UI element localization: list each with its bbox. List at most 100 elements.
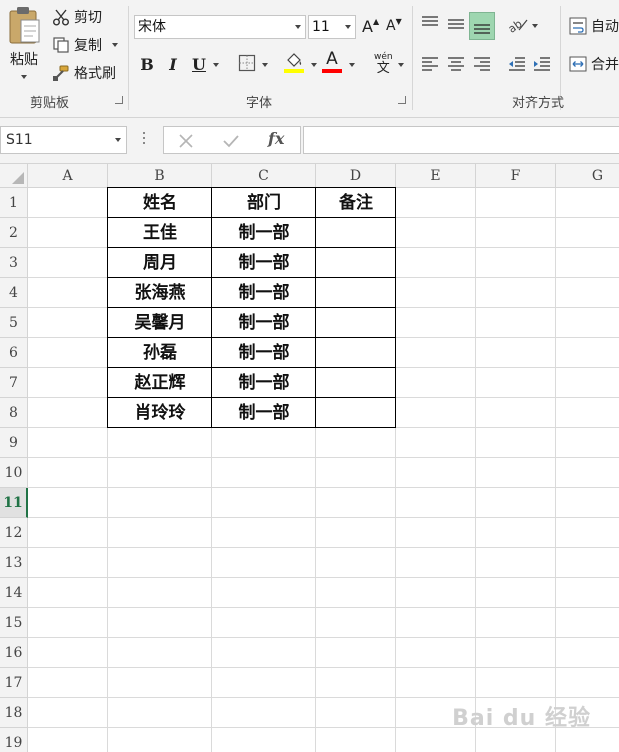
font-size-dropdown-icon[interactable]: [341, 16, 355, 38]
clipboard-dialog-launcher-icon[interactable]: [115, 96, 123, 104]
formula-input[interactable]: [303, 126, 619, 154]
row-header[interactable]: 11: [0, 488, 28, 518]
align-right-button[interactable]: [472, 54, 492, 74]
formula-bar-grip-icon[interactable]: [143, 132, 145, 147]
table-cell[interactable]: 制一部: [212, 398, 316, 428]
row-header[interactable]: 13: [0, 548, 28, 578]
enter-check-icon[interactable]: [222, 133, 240, 149]
row-header[interactable]: 7: [0, 368, 28, 398]
borders-dropdown-icon[interactable]: [262, 63, 268, 67]
cut-button[interactable]: 剪切: [52, 7, 102, 27]
table-cell[interactable]: [316, 278, 396, 308]
fill-color-dropdown-icon[interactable]: [311, 63, 317, 67]
row-header[interactable]: 19: [0, 728, 28, 752]
column-header[interactable]: F: [476, 164, 556, 188]
align-middle-button[interactable]: [446, 14, 466, 34]
table-cell[interactable]: 制一部: [212, 248, 316, 278]
align-center-button[interactable]: [446, 54, 466, 74]
table-header-cell[interactable]: 备注: [316, 188, 396, 218]
column-header[interactable]: E: [396, 164, 476, 188]
row-header[interactable]: 3: [0, 248, 28, 278]
bold-button[interactable]: B: [138, 52, 156, 76]
row-header[interactable]: 14: [0, 578, 28, 608]
phonetic-button[interactable]: wén 文: [374, 52, 393, 76]
font-dialog-launcher-icon[interactable]: [398, 96, 406, 104]
table-cell[interactable]: 孙磊: [108, 338, 212, 368]
column-header[interactable]: C: [212, 164, 316, 188]
column-header[interactable]: D: [316, 164, 396, 188]
row-header[interactable]: 10: [0, 458, 28, 488]
table-cell[interactable]: 王佳: [108, 218, 212, 248]
merge-center-button[interactable]: 合并: [568, 54, 619, 74]
table-cell[interactable]: 制一部: [212, 218, 316, 248]
name-box-dropdown-icon[interactable]: [115, 138, 121, 142]
font-size-combo[interactable]: 11: [308, 15, 356, 39]
row-header[interactable]: 8: [0, 398, 28, 428]
table-cell[interactable]: [316, 338, 396, 368]
table-border: [315, 187, 316, 428]
gridline: [28, 457, 619, 458]
table-cell[interactable]: [316, 398, 396, 428]
row-header[interactable]: 18: [0, 698, 28, 728]
worksheet-grid[interactable]: A B C D E F G 1 2 3 4 5 6 7 8 9 10 11 12 13 14 15 16 17 18 19 姓名 部门…: [0, 164, 619, 752]
column-header[interactable]: G: [556, 164, 619, 188]
table-cell[interactable]: 制一部: [212, 338, 316, 368]
table-cell[interactable]: [316, 368, 396, 398]
font-color-dropdown-icon[interactable]: [349, 63, 355, 67]
borders-button[interactable]: [238, 54, 256, 72]
table-cell[interactable]: [316, 248, 396, 278]
font-name-combo[interactable]: 宋体: [134, 15, 306, 39]
row-header[interactable]: 1: [0, 188, 28, 218]
name-box[interactable]: S11: [0, 126, 127, 154]
table-cell[interactable]: [316, 218, 396, 248]
table-cell[interactable]: 吴馨月: [108, 308, 212, 338]
table-cell[interactable]: 制一部: [212, 308, 316, 338]
column-header[interactable]: B: [108, 164, 212, 188]
column-header[interactable]: A: [28, 164, 108, 188]
phonetic-dropdown-icon[interactable]: [398, 63, 404, 67]
row-header[interactable]: 15: [0, 608, 28, 638]
table-cell[interactable]: 张海燕: [108, 278, 212, 308]
underline-button[interactable]: U: [190, 52, 208, 76]
grow-font-button[interactable]: A ▲: [362, 14, 380, 38]
row-header[interactable]: 5: [0, 308, 28, 338]
align-bottom-button[interactable]: [469, 12, 495, 40]
table-cell[interactable]: 肖玲玲: [108, 398, 212, 428]
table-cell[interactable]: [316, 308, 396, 338]
row-header[interactable]: 16: [0, 638, 28, 668]
row-header[interactable]: 17: [0, 668, 28, 698]
table-cell[interactable]: 周月: [108, 248, 212, 278]
row-header[interactable]: 6: [0, 338, 28, 368]
table-cell[interactable]: 制一部: [212, 278, 316, 308]
wrap-text-button[interactable]: 自动: [568, 16, 619, 36]
shrink-font-button[interactable]: A ▼: [386, 14, 404, 38]
copy-dropdown-icon[interactable]: [112, 43, 118, 47]
orientation-dropdown-icon[interactable]: [532, 24, 538, 28]
paste-button[interactable]: 粘贴: [4, 6, 44, 86]
orientation-button[interactable]: ab: [507, 14, 529, 34]
row-header[interactable]: 2: [0, 218, 28, 248]
table-header-cell[interactable]: 部门: [212, 188, 316, 218]
insert-function-icon[interactable]: fx: [268, 129, 284, 148]
font-name-dropdown-icon[interactable]: [291, 16, 305, 38]
increase-indent-button[interactable]: [532, 54, 552, 74]
underline-dropdown-icon[interactable]: [213, 63, 219, 67]
row-header[interactable]: 4: [0, 278, 28, 308]
row-header[interactable]: 12: [0, 518, 28, 548]
table-cell[interactable]: 制一部: [212, 368, 316, 398]
select-all-corner[interactable]: [0, 164, 28, 188]
align-top-button[interactable]: [420, 14, 440, 34]
table-cell[interactable]: 赵正辉: [108, 368, 212, 398]
copy-button[interactable]: 复制: [52, 35, 118, 55]
decrease-indent-button[interactable]: [507, 54, 527, 74]
row-header[interactable]: 9: [0, 428, 28, 458]
fill-color-button[interactable]: [284, 52, 304, 73]
align-left-button[interactable]: [420, 54, 440, 74]
table-header-cell[interactable]: 姓名: [108, 188, 212, 218]
format-painter-button[interactable]: 格式刷: [52, 63, 116, 83]
cancel-icon[interactable]: [178, 133, 194, 149]
italic-button[interactable]: I: [164, 52, 182, 76]
font-color-button[interactable]: A: [322, 50, 342, 73]
paste-dropdown-icon[interactable]: [21, 75, 27, 79]
fill-color-swatch: [284, 69, 304, 73]
